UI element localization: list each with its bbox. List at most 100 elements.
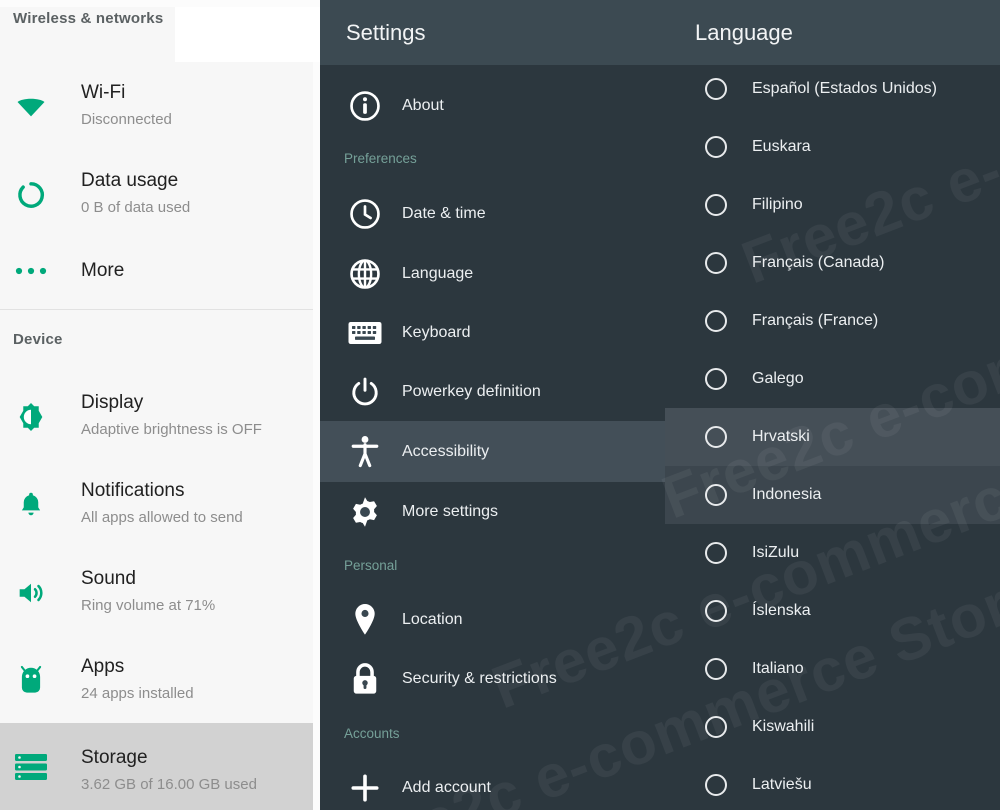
settings-item-more-settings[interactable]: More settings [320, 482, 665, 541]
radio-button-unchecked[interactable] [705, 426, 727, 448]
language-option-filipino[interactable]: Filipino [665, 176, 1000, 234]
list-item-title: Sound [81, 568, 136, 589]
language-option-indonesia[interactable]: Indonesia [665, 466, 1000, 524]
settings-item-label: Date & time [402, 204, 486, 222]
more-dots-icon [14, 254, 48, 288]
power-icon [347, 374, 383, 410]
language-option-label: Indonesia [752, 486, 822, 503]
language-option-hrvatski[interactable]: Hrvatski [665, 408, 1000, 466]
language-option-latviesu[interactable]: Latviešu [665, 756, 1000, 810]
left-panel-top-strip [0, 0, 320, 7]
language-option-label: Filipino [752, 196, 803, 213]
brightness-icon [14, 400, 48, 434]
settings-item-add-account[interactable]: Add account [320, 758, 665, 810]
settings-item-about[interactable]: About [320, 76, 665, 135]
settings-item-date-time[interactable]: Date & time [320, 184, 665, 243]
storage-icon [14, 750, 48, 784]
radio-button-unchecked[interactable] [705, 658, 727, 680]
language-option-label: Français (France) [752, 312, 879, 329]
list-item-storage[interactable]: Storage 3.62 GB of 16.00 GB used [0, 723, 313, 810]
lock-icon [347, 661, 383, 697]
list-item-more[interactable]: More [0, 226, 313, 316]
data-usage-icon [14, 178, 48, 212]
language-option-espanol-estados-unidos[interactable]: Español (Estados Unidos) [665, 60, 1000, 118]
white-overlay-block [175, 7, 320, 62]
device-settings-list-panel: Wireless & networks Wi-Fi Disconnected D… [0, 0, 320, 810]
settings-item-label: Language [402, 264, 474, 282]
language-panel: Language Español (Estados Unidos) Euskar… [665, 0, 1000, 810]
list-item-subtitle: Adaptive brightness is OFF [81, 421, 262, 438]
settings-item-label: Keyboard [402, 323, 471, 341]
settings-group-preferences: Preferences [344, 151, 417, 166]
wifi-icon [14, 90, 48, 124]
language-option-euskara[interactable]: Euskara [665, 118, 1000, 176]
list-item-display[interactable]: Display Adaptive brightness is OFF [0, 372, 313, 462]
section-header-device: Device [13, 331, 63, 348]
radio-button-unchecked[interactable] [705, 774, 727, 796]
list-item-title: Apps [81, 656, 125, 677]
volume-icon [14, 576, 48, 610]
language-option-francais-france[interactable]: Français (France) [665, 292, 1000, 350]
list-item-subtitle: Disconnected [81, 111, 172, 128]
radio-button-unchecked[interactable] [705, 194, 727, 216]
radio-button-unchecked[interactable] [705, 136, 727, 158]
language-option-label: Latviešu [752, 776, 812, 793]
globe-icon [347, 256, 383, 292]
list-item-title: More [81, 260, 125, 281]
radio-button-unchecked[interactable] [705, 252, 727, 274]
clock-icon [347, 196, 383, 232]
settings-item-security-restrictions[interactable]: Security & restrictions [320, 649, 665, 708]
radio-button-unchecked[interactable] [705, 600, 727, 622]
settings-item-label: More settings [402, 502, 499, 520]
settings-item-label: Add account [402, 778, 491, 796]
language-option-francais-canada[interactable]: Français (Canada) [665, 234, 1000, 292]
language-appbar: Language [665, 0, 1000, 65]
bell-icon [14, 488, 48, 522]
settings-item-label: Powerkey definition [402, 382, 541, 400]
list-item-sound[interactable]: Sound Ring volume at 71% [0, 548, 313, 638]
settings-appbar: Settings [320, 0, 665, 65]
settings-item-powerkey-definition[interactable]: Powerkey definition [320, 362, 665, 421]
language-option-isizulu[interactable]: IsiZulu [665, 524, 1000, 582]
language-option-italiano[interactable]: Italiano [665, 640, 1000, 698]
language-option-label: Euskara [752, 138, 811, 155]
list-item-subtitle: 24 apps installed [81, 685, 194, 702]
section-header-wireless: Wireless & networks [13, 10, 164, 27]
radio-button-unchecked[interactable] [705, 542, 727, 564]
keyboard-icon [347, 315, 383, 351]
white-right-edge-strip [313, 62, 320, 810]
settings-item-accessibility[interactable]: Accessibility [320, 421, 665, 482]
settings-item-keyboard[interactable]: Keyboard [320, 303, 665, 362]
screenshot-root: Wireless & networks Wi-Fi Disconnected D… [0, 0, 1000, 810]
list-item-title: Storage [81, 747, 148, 768]
settings-panel: Settings About Preferences Date & time L… [320, 0, 665, 810]
radio-button-unchecked[interactable] [705, 484, 727, 506]
location-pin-icon [347, 602, 383, 638]
settings-item-label: Location [402, 610, 463, 628]
list-item-notifications[interactable]: Notifications All apps allowed to send [0, 460, 313, 550]
language-option-label: IsiZulu [752, 544, 800, 561]
language-option-islenska[interactable]: Íslenska [665, 582, 1000, 640]
list-item-title: Display [81, 392, 144, 413]
language-option-label: Italiano [752, 660, 804, 677]
language-option-label: Kiswahili [752, 718, 815, 735]
list-item-subtitle: Ring volume at 71% [81, 597, 216, 614]
language-option-label: Français (Canada) [752, 254, 885, 271]
settings-item-label: Security & restrictions [402, 669, 557, 687]
list-item-apps[interactable]: Apps 24 apps installed [0, 636, 313, 726]
language-option-label: Hrvatski [752, 428, 810, 445]
radio-button-unchecked[interactable] [705, 78, 727, 100]
list-item-wifi[interactable]: Wi-Fi Disconnected [0, 62, 313, 152]
settings-appbar-title: Settings [346, 19, 426, 45]
language-option-galego[interactable]: Galego [665, 350, 1000, 408]
settings-item-language[interactable]: Language [320, 244, 665, 303]
list-item-title: Wi-Fi [81, 82, 126, 103]
list-item-subtitle: 0 B of data used [81, 199, 191, 216]
radio-button-unchecked[interactable] [705, 716, 727, 738]
language-option-kiswahili[interactable]: Kiswahili [665, 698, 1000, 756]
settings-item-label: Accessibility [402, 442, 490, 460]
settings-item-label: About [402, 96, 444, 114]
radio-button-unchecked[interactable] [705, 368, 727, 390]
settings-item-location[interactable]: Location [320, 590, 665, 649]
radio-button-unchecked[interactable] [705, 310, 727, 332]
